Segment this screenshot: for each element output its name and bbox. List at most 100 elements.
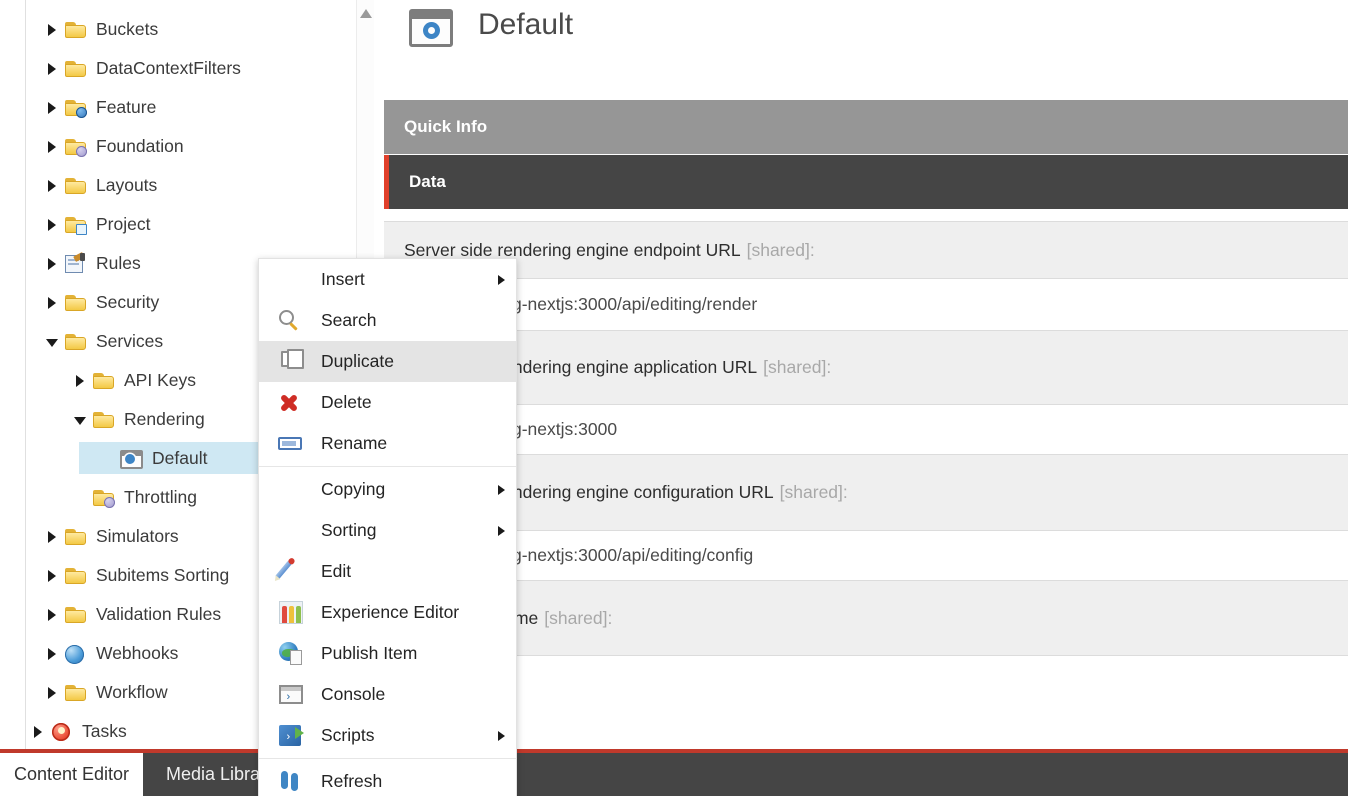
tree-node-label: Rendering [123, 409, 205, 430]
tree-node-label: Default [151, 448, 207, 469]
context-menu-item-search[interactable]: Search [259, 300, 516, 341]
section-header-data[interactable]: Data [384, 155, 1348, 209]
field-shared-tag: [shared]: [757, 357, 831, 378]
tree-node-label: Services [95, 331, 163, 352]
context-menu-item-insert[interactable]: Insert [259, 259, 516, 300]
context-menu-item-label: Sorting [321, 520, 376, 541]
tree-expander-collapsed[interactable] [41, 648, 63, 660]
field-value-input[interactable]: http://rendering-nextjs:3000/api/editing… [384, 531, 1348, 580]
quick-info-label: Quick Info [404, 117, 487, 137]
context-menu-item-scripts[interactable]: ›Scripts [259, 715, 516, 756]
context-menu-item-refresh[interactable]: Refresh [259, 761, 516, 796]
bottom-tab-bar: Content EditorMedia Library [0, 749, 1348, 796]
tree-expander-collapsed[interactable] [41, 258, 63, 270]
rules-icon [63, 253, 89, 275]
context-menu-item-label: Scripts [321, 725, 374, 746]
tree-expander-collapsed[interactable] [27, 726, 49, 738]
context-menu-item-sorting[interactable]: Sorting [259, 510, 516, 551]
tree-expander-collapsed[interactable] [41, 531, 63, 543]
field-label: Server side rendering engine application… [384, 330, 1348, 405]
context-menu-item-edit[interactable]: Edit [259, 551, 516, 592]
chevron-right-icon [48, 24, 56, 36]
submenu-arrow-icon [498, 275, 505, 285]
field-label: Server side rendering engine endpoint UR… [384, 221, 1348, 279]
delete-icon [259, 382, 321, 423]
item-gear-icon [119, 448, 145, 470]
folder-window-icon [63, 214, 89, 236]
context-menu-item-label: Delete [321, 392, 372, 413]
context-menu-item-publish-item[interactable]: Publish Item [259, 633, 516, 674]
tab-content-editor[interactable]: Content Editor [0, 753, 143, 796]
tree-expander-expanded[interactable] [69, 414, 91, 425]
tree-node-buckets[interactable]: Buckets [27, 10, 383, 49]
tree-expander-collapsed[interactable] [41, 687, 63, 699]
field-label: Server side rendering engine configurati… [384, 454, 1348, 531]
folder-icon [63, 565, 89, 587]
folder-icon [63, 526, 89, 548]
scroll-up-arrow-icon[interactable] [360, 9, 372, 18]
context-menu-item-delete[interactable]: Delete [259, 382, 516, 423]
tree-node-label: Feature [95, 97, 156, 118]
tree-node-label: Layouts [95, 175, 157, 196]
rename-icon [259, 423, 321, 464]
tree-node-label: Throttling [123, 487, 197, 508]
folder-gear-icon [91, 487, 117, 509]
context-menu[interactable]: Insert Search Duplicate Delete Rename Copying… [258, 258, 517, 796]
folder-icon [63, 331, 89, 353]
no-icon [259, 259, 321, 300]
section-header-quick-info[interactable]: Quick Info [384, 100, 1348, 154]
tree-node-foundation[interactable]: Foundation [27, 127, 383, 166]
tree-expander-collapsed[interactable] [41, 219, 63, 231]
field-label: Application name[shared]: [384, 580, 1348, 656]
submenu-arrow-icon [498, 526, 505, 536]
context-menu-item-label: Edit [321, 561, 351, 582]
chevron-right-icon [48, 297, 56, 309]
tree-expander-collapsed[interactable] [41, 63, 63, 75]
tree-node-label: API Keys [123, 370, 196, 391]
duplicate-icon [259, 341, 321, 382]
tree-expander-collapsed[interactable] [41, 180, 63, 192]
tree-expander-collapsed[interactable] [41, 102, 63, 114]
field-value-input[interactable] [384, 656, 1348, 705]
chevron-right-icon [34, 726, 42, 738]
tree-node-datacontextfilters[interactable]: DataContextFilters [27, 49, 383, 88]
search-icon [259, 300, 321, 341]
folder-icon [63, 292, 89, 314]
field-value-input[interactable]: http://rendering-nextjs:3000/api/editing… [384, 279, 1348, 330]
submenu-arrow-icon [498, 731, 505, 741]
context-menu-item-label: Experience Editor [321, 602, 459, 623]
field-shared-tag: [shared]: [538, 608, 612, 629]
context-menu-item-label: Duplicate [321, 351, 394, 372]
tree-node-layouts[interactable]: Layouts [27, 166, 383, 205]
tree-node-label: Workflow [95, 682, 168, 703]
no-icon [259, 469, 321, 510]
field-value-input[interactable]: http://rendering-nextjs:3000 [384, 405, 1348, 454]
folder-feature-icon [63, 97, 89, 119]
item-header: Default [384, 0, 1348, 100]
tree-expander-collapsed[interactable] [41, 24, 63, 36]
page-title: Default [478, 8, 573, 42]
context-menu-item-console[interactable]: ›Console [259, 674, 516, 715]
tree-node-feature[interactable]: Feature [27, 88, 383, 127]
context-menu-separator [259, 466, 516, 467]
chevron-right-icon [48, 141, 56, 153]
tree-expander-collapsed[interactable] [69, 375, 91, 387]
tree-expander-collapsed[interactable] [41, 570, 63, 582]
console-icon: › [259, 674, 321, 715]
folder-icon [63, 175, 89, 197]
tree-node-project[interactable]: Project [27, 205, 383, 244]
context-menu-item-label: Search [321, 310, 376, 331]
refresh-icon [259, 761, 321, 796]
context-menu-item-duplicate[interactable]: Duplicate [259, 341, 516, 382]
tree-expander-collapsed[interactable] [41, 141, 63, 153]
context-menu-item-rename[interactable]: Rename [259, 423, 516, 464]
tree-expander-collapsed[interactable] [41, 609, 63, 621]
tree-expander-expanded[interactable] [41, 336, 63, 347]
context-menu-item-label: Refresh [321, 771, 382, 792]
context-menu-item-experience-editor[interactable]: Experience Editor [259, 592, 516, 633]
tree-node-label: Validation Rules [95, 604, 221, 625]
field-shared-tag: [shared]: [774, 482, 848, 503]
context-menu-item-copying[interactable]: Copying [259, 469, 516, 510]
tree-expander-collapsed[interactable] [41, 297, 63, 309]
submenu-arrow-icon [498, 485, 505, 495]
